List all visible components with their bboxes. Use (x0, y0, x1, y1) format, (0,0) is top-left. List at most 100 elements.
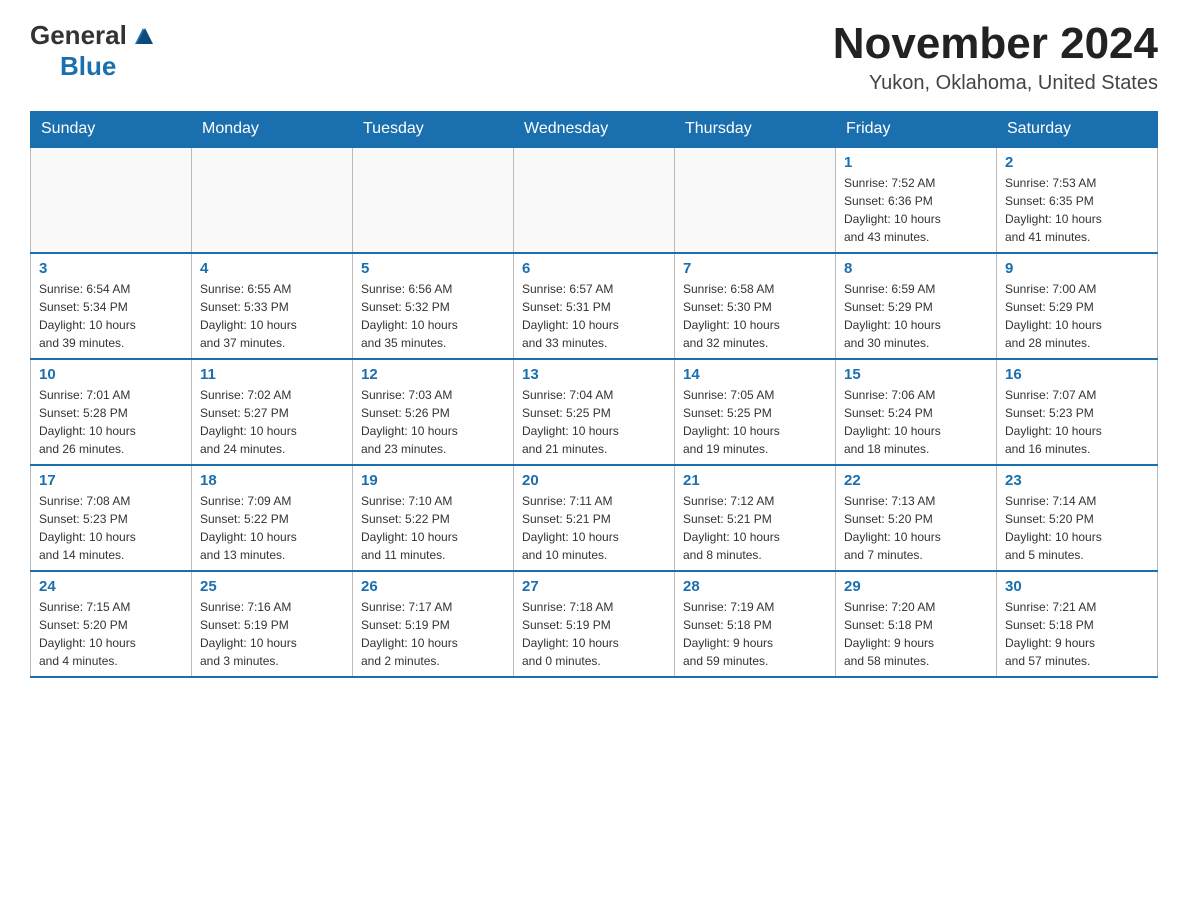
calendar-cell: 17Sunrise: 7:08 AM Sunset: 5:23 PM Dayli… (31, 465, 192, 571)
day-number: 4 (200, 260, 344, 277)
day-number: 28 (683, 578, 827, 595)
logo: General Blue (30, 20, 157, 82)
header-wednesday: Wednesday (514, 112, 675, 148)
day-info: Sunrise: 7:52 AM Sunset: 6:36 PM Dayligh… (844, 174, 988, 246)
day-number: 3 (39, 260, 183, 277)
calendar-header: Sunday Monday Tuesday Wednesday Thursday… (31, 112, 1158, 148)
calendar-week-4: 17Sunrise: 7:08 AM Sunset: 5:23 PM Dayli… (31, 465, 1158, 571)
day-info: Sunrise: 6:57 AM Sunset: 5:31 PM Dayligh… (522, 280, 666, 352)
calendar-cell (353, 147, 514, 253)
header-thursday: Thursday (675, 112, 836, 148)
calendar-cell: 9Sunrise: 7:00 AM Sunset: 5:29 PM Daylig… (997, 253, 1158, 359)
calendar-cell: 5Sunrise: 6:56 AM Sunset: 5:32 PM Daylig… (353, 253, 514, 359)
header-monday: Monday (192, 112, 353, 148)
calendar-cell: 10Sunrise: 7:01 AM Sunset: 5:28 PM Dayli… (31, 359, 192, 465)
header-tuesday: Tuesday (353, 112, 514, 148)
day-number: 24 (39, 578, 183, 595)
day-info: Sunrise: 6:58 AM Sunset: 5:30 PM Dayligh… (683, 280, 827, 352)
day-number: 11 (200, 366, 344, 383)
calendar-table: Sunday Monday Tuesday Wednesday Thursday… (30, 111, 1158, 678)
calendar-cell: 19Sunrise: 7:10 AM Sunset: 5:22 PM Dayli… (353, 465, 514, 571)
day-number: 2 (1005, 154, 1149, 171)
day-info: Sunrise: 7:17 AM Sunset: 5:19 PM Dayligh… (361, 598, 505, 670)
day-info: Sunrise: 7:09 AM Sunset: 5:22 PM Dayligh… (200, 492, 344, 564)
day-number: 1 (844, 154, 988, 171)
header-sunday: Sunday (31, 112, 192, 148)
day-number: 25 (200, 578, 344, 595)
day-number: 30 (1005, 578, 1149, 595)
day-info: Sunrise: 7:03 AM Sunset: 5:26 PM Dayligh… (361, 386, 505, 458)
day-number: 26 (361, 578, 505, 595)
day-info: Sunrise: 6:55 AM Sunset: 5:33 PM Dayligh… (200, 280, 344, 352)
calendar-body: 1 Sunrise: 7:52 AM Sunset: 6:36 PM Daylig… (31, 147, 1158, 677)
page-title: November 2024 (833, 20, 1158, 68)
calendar-cell: 6 Sunrise: 6:57 AM Sunset: 5:31 PM Daylig… (514, 253, 675, 359)
day-number: 21 (683, 472, 827, 489)
day-info: Sunrise: 7:16 AM Sunset: 5:19 PM Dayligh… (200, 598, 344, 670)
day-number: 12 (361, 366, 505, 383)
day-info: Sunrise: 6:54 AM Sunset: 5:34 PM Dayligh… (39, 280, 183, 352)
logo-blue-text: Blue (60, 51, 116, 81)
calendar-cell: 23 Sunrise: 7:14 AM Sunset: 5:20 PM Dayli… (997, 465, 1158, 571)
calendar-cell: 25 Sunrise: 7:16 AM Sunset: 5:19 PM Dayli… (192, 571, 353, 677)
day-number: 8 (844, 260, 988, 277)
calendar-cell: 16Sunrise: 7:07 AM Sunset: 5:23 PM Dayli… (997, 359, 1158, 465)
day-info: Sunrise: 7:05 AM Sunset: 5:25 PM Dayligh… (683, 386, 827, 458)
calendar-week-3: 10Sunrise: 7:01 AM Sunset: 5:28 PM Dayli… (31, 359, 1158, 465)
day-info: Sunrise: 7:12 AM Sunset: 5:21 PM Dayligh… (683, 492, 827, 564)
day-number: 23 (1005, 472, 1149, 489)
day-number: 22 (844, 472, 988, 489)
calendar-cell: 26 Sunrise: 7:17 AM Sunset: 5:19 PM Dayli… (353, 571, 514, 677)
calendar-cell: 8 Sunrise: 6:59 AM Sunset: 5:29 PM Daylig… (836, 253, 997, 359)
page-header: General Blue November 2024 Yukon, Oklaho… (30, 20, 1158, 95)
day-info: Sunrise: 7:21 AM Sunset: 5:18 PM Dayligh… (1005, 598, 1149, 670)
page-subtitle: Yukon, Oklahoma, United States (833, 72, 1158, 95)
day-info: Sunrise: 7:19 AM Sunset: 5:18 PM Dayligh… (683, 598, 827, 670)
calendar-cell: 13 Sunrise: 7:04 AM Sunset: 5:25 PM Dayli… (514, 359, 675, 465)
day-info: Sunrise: 7:20 AM Sunset: 5:18 PM Dayligh… (844, 598, 988, 670)
day-number: 14 (683, 366, 827, 383)
calendar-week-5: 24 Sunrise: 7:15 AM Sunset: 5:20 PM Dayli… (31, 571, 1158, 677)
day-number: 6 (522, 260, 666, 277)
day-info: Sunrise: 7:14 AM Sunset: 5:20 PM Dayligh… (1005, 492, 1149, 564)
title-area: November 2024 Yukon, Oklahoma, United St… (833, 20, 1158, 95)
calendar-cell: 14 Sunrise: 7:05 AM Sunset: 5:25 PM Dayli… (675, 359, 836, 465)
calendar-cell: 11Sunrise: 7:02 AM Sunset: 5:27 PM Dayli… (192, 359, 353, 465)
day-number: 13 (522, 366, 666, 383)
logo-general-text: General (30, 20, 127, 51)
calendar-cell (31, 147, 192, 253)
day-number: 29 (844, 578, 988, 595)
day-info: Sunrise: 7:08 AM Sunset: 5:23 PM Dayligh… (39, 492, 183, 564)
day-info: Sunrise: 7:06 AM Sunset: 5:24 PM Dayligh… (844, 386, 988, 458)
calendar-cell: 21 Sunrise: 7:12 AM Sunset: 5:21 PM Dayli… (675, 465, 836, 571)
day-number: 9 (1005, 260, 1149, 277)
day-info: Sunrise: 7:15 AM Sunset: 5:20 PM Dayligh… (39, 598, 183, 670)
day-number: 15 (844, 366, 988, 383)
header-friday: Friday (836, 112, 997, 148)
day-info: Sunrise: 7:18 AM Sunset: 5:19 PM Dayligh… (522, 598, 666, 670)
calendar-cell: 2 Sunrise: 7:53 AM Sunset: 6:35 PM Daylig… (997, 147, 1158, 253)
calendar-cell: 20 Sunrise: 7:11 AM Sunset: 5:21 PM Dayli… (514, 465, 675, 571)
calendar-cell (192, 147, 353, 253)
calendar-week-1: 1 Sunrise: 7:52 AM Sunset: 6:36 PM Daylig… (31, 147, 1158, 253)
day-info: Sunrise: 7:53 AM Sunset: 6:35 PM Dayligh… (1005, 174, 1149, 246)
day-number: 16 (1005, 366, 1149, 383)
day-info: Sunrise: 7:11 AM Sunset: 5:21 PM Dayligh… (522, 492, 666, 564)
calendar-cell: 24 Sunrise: 7:15 AM Sunset: 5:20 PM Dayli… (31, 571, 192, 677)
calendar-cell: 1 Sunrise: 7:52 AM Sunset: 6:36 PM Daylig… (836, 147, 997, 253)
header-saturday: Saturday (997, 112, 1158, 148)
calendar-cell: 22Sunrise: 7:13 AM Sunset: 5:20 PM Dayli… (836, 465, 997, 571)
day-number: 5 (361, 260, 505, 277)
day-info: Sunrise: 7:04 AM Sunset: 5:25 PM Dayligh… (522, 386, 666, 458)
day-number: 19 (361, 472, 505, 489)
calendar-cell: 7 Sunrise: 6:58 AM Sunset: 5:30 PM Daylig… (675, 253, 836, 359)
calendar-cell: 18Sunrise: 7:09 AM Sunset: 5:22 PM Dayli… (192, 465, 353, 571)
day-number: 20 (522, 472, 666, 489)
calendar-cell: 15 Sunrise: 7:06 AM Sunset: 5:24 PM Dayli… (836, 359, 997, 465)
day-number: 7 (683, 260, 827, 277)
calendar-cell (514, 147, 675, 253)
calendar-cell: 28 Sunrise: 7:19 AM Sunset: 5:18 PM Dayli… (675, 571, 836, 677)
calendar-cell: 3 Sunrise: 6:54 AM Sunset: 5:34 PM Daylig… (31, 253, 192, 359)
calendar-week-2: 3 Sunrise: 6:54 AM Sunset: 5:34 PM Daylig… (31, 253, 1158, 359)
day-info: Sunrise: 6:59 AM Sunset: 5:29 PM Dayligh… (844, 280, 988, 352)
